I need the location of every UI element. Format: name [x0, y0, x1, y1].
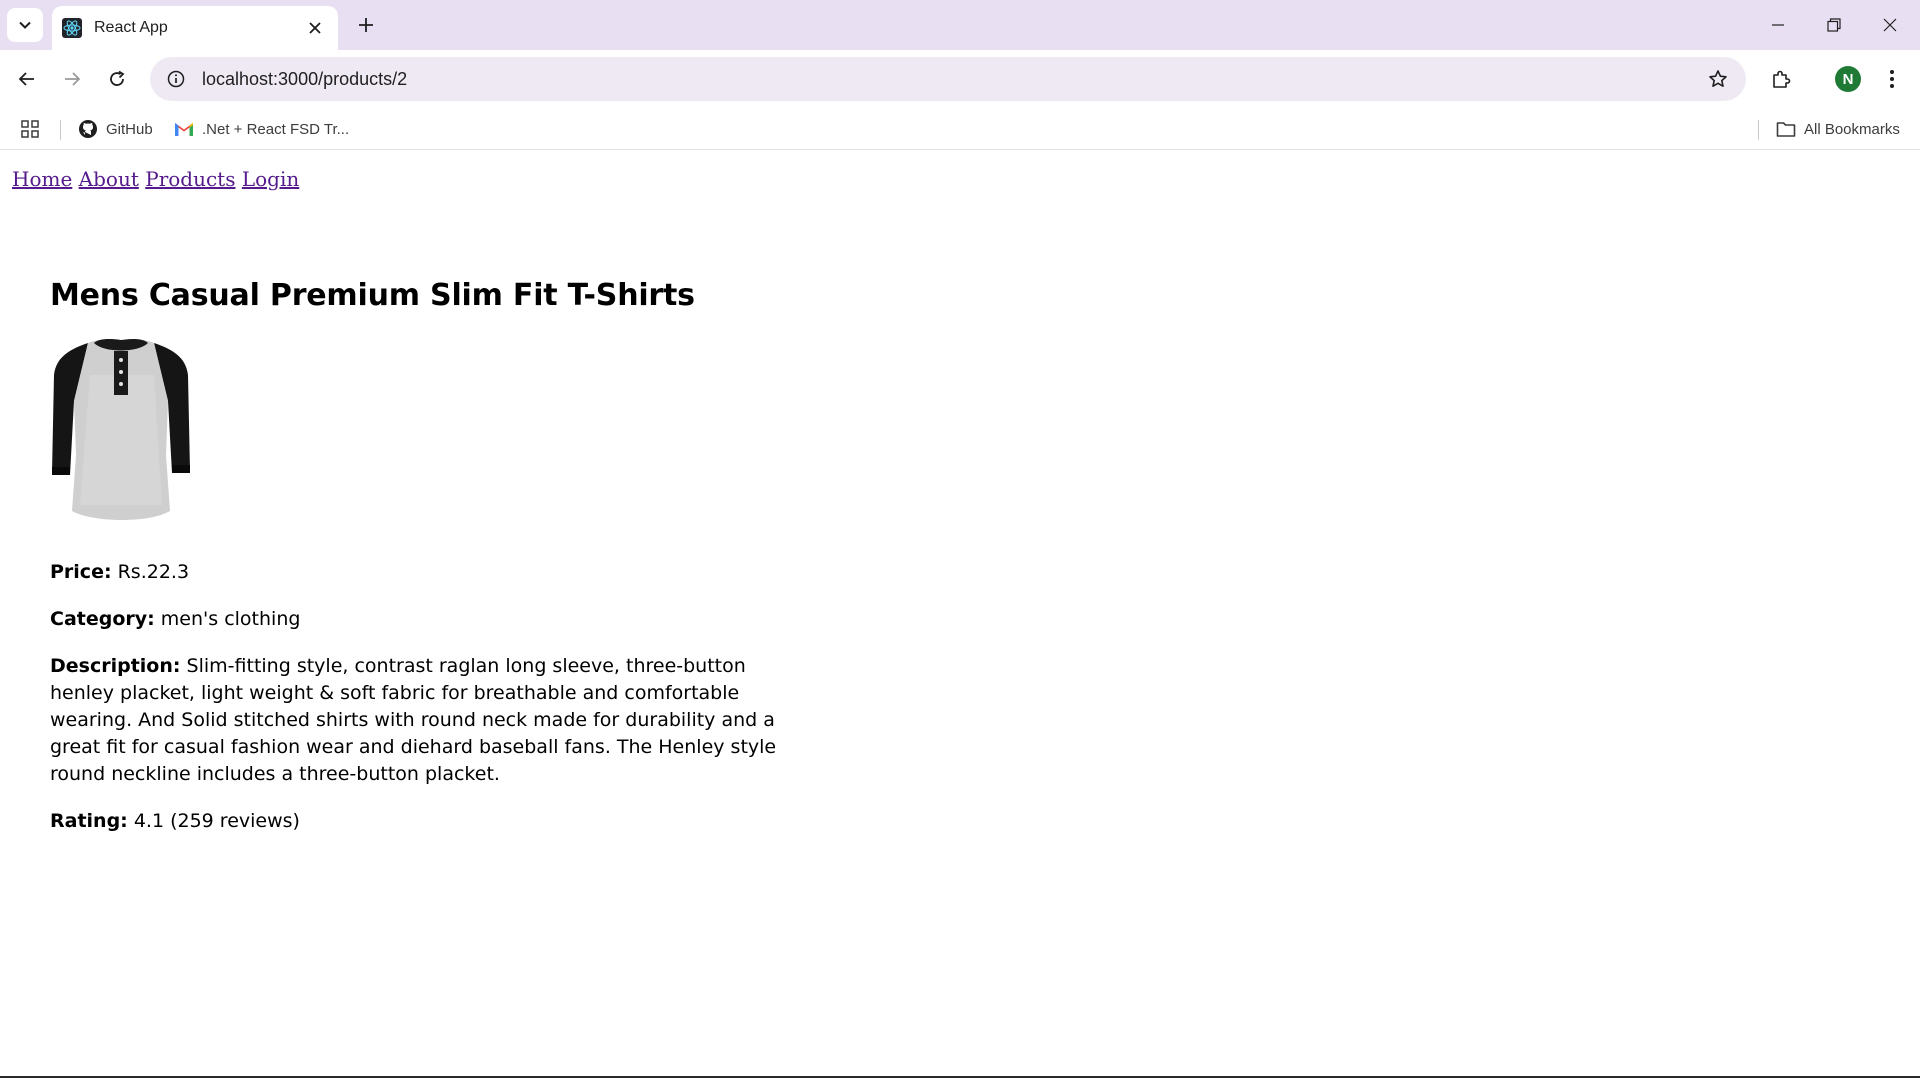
product-rating: Rating: 4.1 (259 reviews)	[50, 808, 810, 835]
close-window-button[interactable]	[1862, 0, 1918, 50]
address-url[interactable]: localhost:3000/products/2	[202, 69, 1698, 90]
category-value: men's clothing	[160, 608, 301, 630]
apps-button[interactable]	[20, 116, 48, 142]
product-title: Mens Casual Premium Slim Fit T-Shirts	[50, 278, 695, 313]
address-bar[interactable]: localhost:3000/products/2	[150, 57, 1746, 101]
github-icon	[79, 120, 97, 138]
price-label: Price:	[50, 561, 112, 583]
browser-tab-active[interactable]: React App	[52, 6, 338, 50]
bookmark-star-icon[interactable]	[1698, 59, 1738, 99]
nav-link-about[interactable]: About	[79, 167, 139, 191]
folder-icon	[1776, 122, 1796, 137]
bookmark-github-label: GitHub	[106, 120, 153, 138]
bookmarks-bar: GitHub .Net + React FSD Tr... All Bookma…	[0, 108, 1920, 150]
react-logo-icon	[62, 18, 82, 38]
new-tab-button[interactable]	[351, 10, 381, 40]
extensions-button[interactable]	[1764, 62, 1798, 96]
reload-button[interactable]	[100, 62, 134, 96]
product-description: Description: Slim-fitting style, contras…	[50, 653, 810, 788]
tab-close-icon[interactable]	[304, 17, 326, 39]
close-icon	[1883, 18, 1897, 32]
rating-label: Rating:	[50, 810, 128, 832]
window-bottom-border	[0, 1076, 1920, 1078]
site-info-icon[interactable]	[156, 59, 196, 99]
price-value: Rs.22.3	[117, 561, 190, 583]
nav-link-home[interactable]: Home	[12, 167, 72, 191]
reload-icon	[110, 70, 125, 86]
product-price: Price: Rs.22.3	[50, 559, 810, 586]
plus-icon	[359, 18, 373, 32]
product-detail: Mens Casual Premium Slim Fit T-Shirts Pr…	[50, 278, 810, 855]
apps-grid-icon	[21, 120, 39, 138]
forward-button[interactable]	[55, 62, 89, 96]
site-nav: Home About Products Login	[12, 167, 299, 191]
back-button[interactable]	[10, 62, 44, 96]
all-bookmarks-label: All Bookmarks	[1804, 120, 1900, 138]
chevron-down-icon	[19, 21, 31, 29]
product-category: Category: men's clothing	[50, 606, 810, 633]
description-label: Description:	[50, 655, 181, 677]
rating-value: 4.1 (259 reviews)	[133, 810, 300, 832]
nav-link-products[interactable]: Products	[145, 167, 235, 191]
all-bookmarks-button[interactable]: All Bookmarks	[1776, 116, 1900, 142]
browser-toolbar: localhost:3000/products/2 N	[0, 50, 1920, 108]
browser-tab-strip: React App	[0, 0, 1920, 50]
minimize-icon	[1772, 24, 1784, 26]
nav-link-login[interactable]: Login	[242, 167, 299, 191]
bookmark-github[interactable]: GitHub	[78, 116, 153, 142]
category-label: Category:	[50, 608, 155, 630]
gmail-icon	[175, 123, 193, 136]
profile-avatar[interactable]: N	[1835, 66, 1861, 92]
restore-icon	[1827, 18, 1841, 32]
product-image	[52, 339, 190, 520]
more-vertical-icon	[1890, 70, 1894, 88]
arrow-left-icon	[18, 72, 34, 86]
bookmarks-divider-right	[1758, 120, 1759, 140]
bookmark-net-react-label: .Net + React FSD Tr...	[202, 120, 350, 138]
minimize-button[interactable]	[1750, 0, 1806, 50]
bookmarks-divider	[60, 120, 61, 140]
restore-button[interactable]	[1806, 0, 1862, 50]
arrow-right-icon	[65, 72, 81, 86]
puzzle-icon	[1773, 70, 1791, 88]
browser-menu-button[interactable]	[1875, 62, 1909, 96]
tab-search-button[interactable]	[7, 8, 43, 42]
bookmark-net-react[interactable]: .Net + React FSD Tr...	[174, 116, 349, 142]
page-content: Home About Products Login Mens Casual Pr…	[0, 150, 1920, 1078]
tab-title: React App	[94, 19, 168, 36]
